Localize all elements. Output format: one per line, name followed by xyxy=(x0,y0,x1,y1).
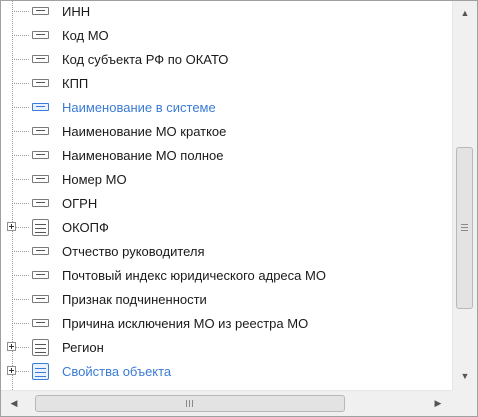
tree-leaf-node[interactable]: ИНН xyxy=(1,1,452,24)
tree-node-label: ИНН xyxy=(62,4,91,19)
field-icon xyxy=(32,79,49,87)
grip-line xyxy=(461,227,468,228)
field-icon xyxy=(32,199,49,207)
scroll-up-button[interactable]: ▲ xyxy=(453,2,477,24)
tree-node-label: Код субъекта РФ по ОКАТО xyxy=(62,52,229,67)
tree-node-label: Номер МО xyxy=(62,172,127,187)
vertical-scrollbar[interactable]: ▲ ▼ xyxy=(452,1,477,390)
tree-node-label: Почтовый индекс юридического адреса МО xyxy=(62,268,326,283)
tree-node-label: Причина исключения МО из реестра МО xyxy=(62,316,309,331)
tree-node-label: Признак подчиненности xyxy=(62,292,207,307)
tree-connector xyxy=(12,251,29,252)
tree-node-label: Наименование МО полное xyxy=(62,148,224,163)
field-icon xyxy=(32,55,49,63)
expand-plus-icon[interactable] xyxy=(7,222,16,231)
grip-line xyxy=(186,400,187,407)
tree-leaf-node[interactable]: КПП xyxy=(1,72,452,96)
field-icon xyxy=(32,31,49,39)
vertical-scroll-thumb[interactable] xyxy=(456,147,473,309)
tree-group-node[interactable]: Регион xyxy=(1,336,452,360)
tree-leaf-node[interactable]: Номер МО xyxy=(1,168,452,192)
field-icon xyxy=(32,151,49,159)
folder-fields-icon xyxy=(32,339,49,356)
tree-leaf-node[interactable]: Отчество руководителя xyxy=(1,240,452,264)
tree-node-label: Код МО xyxy=(62,28,109,43)
tree-connector xyxy=(12,35,29,36)
tree-node-label: КПП xyxy=(62,76,89,91)
tree-leaf-node[interactable]: Код МО xyxy=(1,24,452,48)
folder-fields-icon xyxy=(32,219,49,236)
tree-connector xyxy=(12,155,29,156)
tree-connector xyxy=(12,11,29,12)
scroll-left-button[interactable]: ◀ xyxy=(3,391,25,417)
tree-leaf-node[interactable]: Наименование МО краткое xyxy=(1,120,452,144)
field-icon xyxy=(32,271,49,279)
field-icon xyxy=(32,175,49,183)
tree-node-label: Свойства объекта xyxy=(62,364,172,379)
tree-connector xyxy=(12,299,29,300)
grip-line xyxy=(192,400,193,407)
tree-connector xyxy=(12,275,29,276)
tree-node-label: Регион xyxy=(62,340,104,355)
tree-connector xyxy=(12,59,29,60)
tree-node-label: Отчество руководителя xyxy=(62,244,205,259)
horizontal-scroll-thumb[interactable] xyxy=(35,395,345,412)
tree-leaf-node[interactable]: Причина исключения МО из реестра МО xyxy=(1,312,452,336)
tree-leaf-node[interactable]: Наименование в системе xyxy=(1,96,452,120)
expand-plus-icon[interactable] xyxy=(7,342,16,351)
field-icon xyxy=(32,103,49,111)
scroll-down-button[interactable]: ▼ xyxy=(453,365,477,387)
field-icon xyxy=(32,319,49,327)
grip-line xyxy=(189,400,190,407)
tree-node-label: Наименование МО краткое xyxy=(62,124,227,139)
tree-connector xyxy=(12,83,29,84)
tree-leaf-node[interactable]: ОГРН xyxy=(1,192,452,216)
expand-plus-icon[interactable] xyxy=(7,366,16,375)
tree-leaf-node[interactable]: Код субъекта РФ по ОКАТО xyxy=(1,48,452,72)
tree-leaf-node[interactable]: Наименование МО полное xyxy=(1,144,452,168)
grip-line xyxy=(461,230,468,231)
tree-leaf-node[interactable]: Почтовый индекс юридического адреса МО xyxy=(1,264,452,288)
grip-line xyxy=(461,224,468,225)
tree-connector xyxy=(12,179,29,180)
scrollbar-corner xyxy=(452,390,477,416)
field-icon xyxy=(32,247,49,255)
folder-fields-icon xyxy=(32,363,49,380)
field-icon xyxy=(32,7,49,15)
tree-connector xyxy=(12,203,29,204)
field-icon xyxy=(32,127,49,135)
tree-connector xyxy=(12,107,29,108)
tree-view: ИНН Код МО Код субъекта РФ по ОКАТО КПП Наим… xyxy=(0,0,478,417)
tree-node-label: Наименование в системе xyxy=(62,100,216,115)
scroll-right-button[interactable]: ▶ xyxy=(427,391,449,417)
tree-node-label: ОКОПФ xyxy=(62,220,109,235)
horizontal-scrollbar[interactable]: ◀ ▶ xyxy=(1,390,452,416)
tree-group-node[interactable]: ОКОПФ xyxy=(1,216,452,240)
tree-list: ИНН Код МО Код субъекта РФ по ОКАТО КПП Наим… xyxy=(1,1,452,390)
tree-connector xyxy=(12,131,29,132)
tree-node-label: ОГРН xyxy=(62,196,98,211)
field-icon xyxy=(32,295,49,303)
tree-group-node[interactable]: Свойства объекта xyxy=(1,360,452,384)
tree-connector xyxy=(12,323,29,324)
tree-leaf-node[interactable]: Признак подчиненности xyxy=(1,288,452,312)
